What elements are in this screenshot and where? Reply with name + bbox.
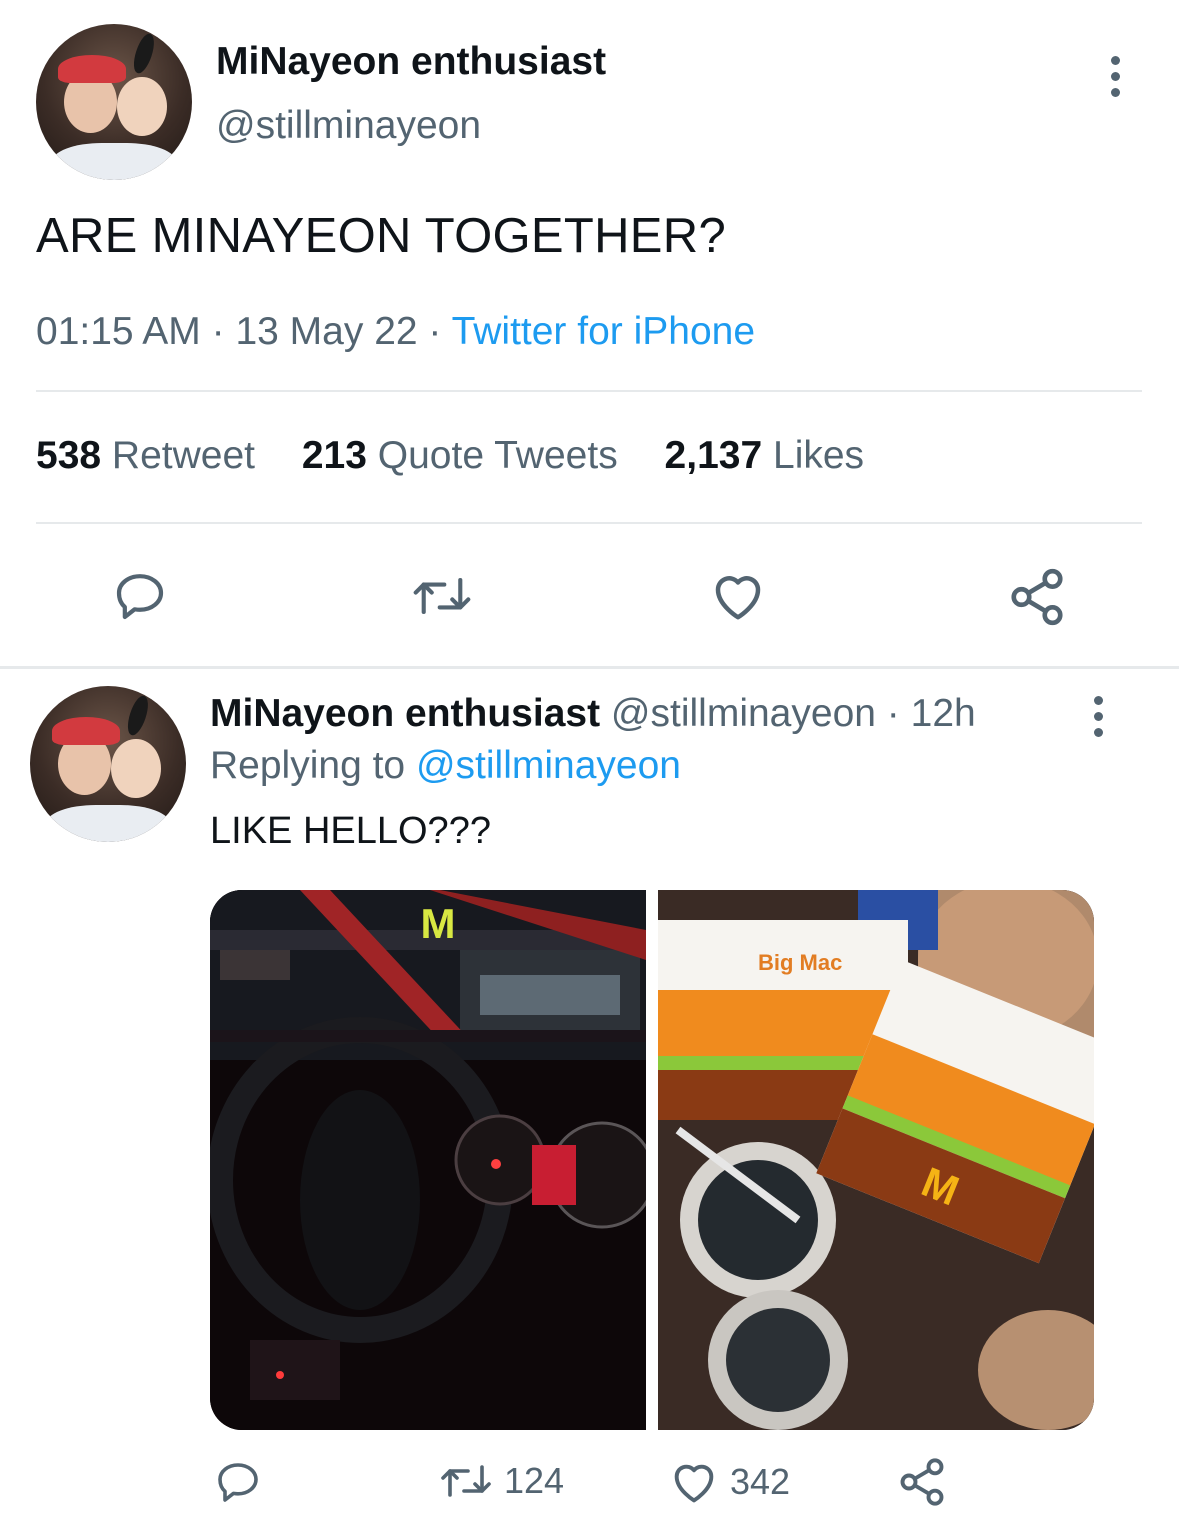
reply-icon — [218, 1463, 258, 1502]
like-icon — [715, 576, 761, 620]
photo-big-mac-boxes[interactable]: Big Mac M — [658, 890, 1094, 1430]
reply-icon — [116, 574, 164, 620]
share-button[interactable] — [1006, 566, 1068, 628]
reply-text: LIKE HELLO??? — [210, 810, 491, 852]
like-button[interactable] — [708, 566, 768, 626]
quotes-label: Quote Tweets — [377, 434, 618, 477]
reply-share-button[interactable] — [896, 1456, 948, 1508]
replying-to: Replying to @stillminayeon — [210, 744, 681, 788]
divider — [36, 390, 1142, 392]
tweet-date: 13 May 22 — [235, 310, 418, 353]
avatar-ear-shape — [123, 693, 152, 738]
food-photo-art: Big Mac M — [658, 890, 1094, 1430]
quotes-stat[interactable]: 213 Quote Tweets — [302, 434, 618, 478]
media-grid: M Big Mac M — [210, 890, 1094, 1430]
like-count: 342 — [730, 1461, 791, 1502]
more-dot — [1093, 711, 1103, 721]
retweets-stat[interactable]: 538 Retweet — [36, 434, 255, 478]
avatar-ear-shape — [129, 31, 158, 76]
more-dot — [1110, 71, 1120, 81]
car-photo-art: M — [210, 890, 646, 1430]
retweets-count: 538 — [36, 434, 102, 477]
reply-header: MiNayeon enthusiast @stillminayeon · 12h — [210, 692, 976, 736]
handle[interactable]: @stillminayeon — [216, 104, 481, 148]
tweet-time: 01:15 AM — [36, 310, 201, 353]
avatar-shirt — [45, 804, 171, 842]
reply-like-button[interactable]: 342 — [668, 1456, 790, 1508]
tweet-source-link[interactable]: Twitter for iPhone — [452, 310, 755, 353]
photo-logo-text: M — [421, 900, 456, 947]
display-name[interactable]: MiNayeon enthusiast — [216, 40, 606, 84]
share-icon — [1011, 568, 1063, 626]
avatar[interactable] — [30, 686, 186, 842]
retweet-icon — [441, 1465, 491, 1497]
replying-label: Replying to — [210, 744, 406, 787]
likes-stat[interactable]: 2,137 Likes — [665, 434, 865, 478]
more-options-icon[interactable] — [1095, 46, 1135, 106]
tweet-detail-page: MiNayeon enthusiast @stillminayeon ARE M… — [0, 0, 1179, 1533]
avatar-hat — [57, 55, 127, 84]
more-dot — [1093, 727, 1103, 737]
meta-separator: · — [428, 310, 442, 353]
avatar-shirt — [51, 142, 177, 180]
more-dot — [1110, 87, 1120, 97]
retweet-icon — [413, 577, 471, 615]
more-dot — [1110, 55, 1120, 65]
reply-button[interactable] — [112, 568, 168, 624]
box-label-text: Big Mac — [758, 950, 842, 975]
tweet-text: ARE MINAYEON TOGETHER? — [36, 209, 727, 263]
retweet-count: 124 — [504, 1460, 565, 1501]
reply-reply-button[interactable] — [214, 1458, 262, 1506]
photo-car-dashboard[interactable]: M — [210, 890, 646, 1430]
reply-handle[interactable]: @stillminayeon — [611, 692, 876, 735]
replying-to-link[interactable]: @stillminayeon — [416, 744, 681, 787]
more-options-icon[interactable] — [1078, 686, 1118, 746]
main-tweet: MiNayeon enthusiast @stillminayeon ARE M… — [0, 0, 1179, 668]
reply-display-name[interactable]: MiNayeon enthusiast — [210, 692, 600, 735]
more-dot — [1093, 695, 1103, 705]
avatar-face-right — [111, 739, 162, 799]
tweet-stats: 538 Retweet 213 Quote Tweets 2,137 Likes — [36, 434, 900, 478]
likes-count: 2,137 — [664, 434, 763, 477]
section-separator — [0, 666, 1179, 669]
meta-separator: · — [211, 310, 225, 353]
divider — [36, 522, 1142, 524]
share-icon — [900, 1458, 944, 1506]
avatar-hat — [51, 717, 121, 746]
tweet-meta: 01:15 AM · 13 May 22 · Twitter for iPhon… — [36, 310, 755, 354]
meta-separator: · — [886, 692, 900, 735]
avatar[interactable] — [36, 24, 192, 180]
like-icon — [674, 1464, 714, 1503]
likes-label: Likes — [773, 434, 865, 477]
retweet-button[interactable] — [410, 568, 474, 624]
reply-time[interactable]: 12h — [911, 692, 976, 735]
avatar-face-right — [117, 77, 168, 137]
quotes-count: 213 — [301, 434, 367, 477]
retweets-label: Retweet — [111, 434, 255, 477]
reply-retweet-button[interactable]: 124 — [438, 1456, 564, 1506]
